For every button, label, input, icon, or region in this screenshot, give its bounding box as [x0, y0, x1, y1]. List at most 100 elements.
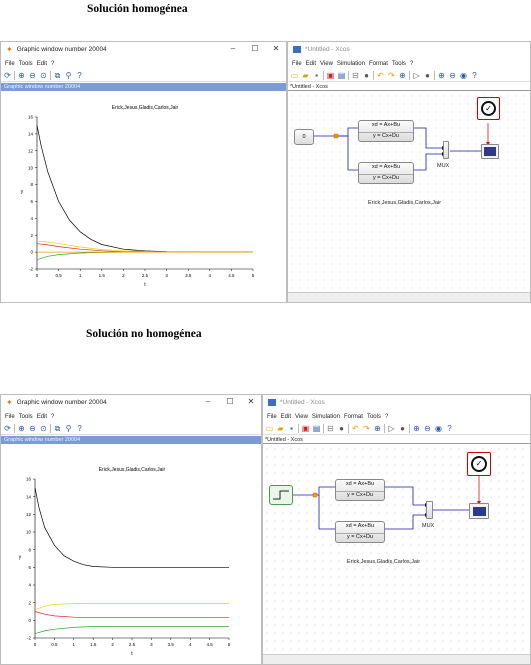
- help-icon[interactable]: ?: [445, 424, 454, 433]
- open-icon[interactable]: ▰: [301, 71, 310, 80]
- edit-icon[interactable]: ⚲: [64, 424, 73, 433]
- menu-file[interactable]: File: [5, 414, 15, 420]
- zoom-out-icon[interactable]: ⊖: [448, 71, 457, 80]
- clock-block[interactable]: ✓: [477, 97, 500, 120]
- menu-simulation[interactable]: Simulation: [312, 414, 340, 420]
- delete-icon[interactable]: ⊟: [326, 424, 335, 433]
- mux-block[interactable]: [426, 501, 433, 519]
- delete-icon[interactable]: ⊟: [351, 71, 360, 80]
- xcos-tab[interactable]: *Untitled - Xcos: [263, 436, 530, 444]
- save-icon[interactable]: ▪: [312, 71, 321, 80]
- menubar: File Tools Edit ?: [1, 59, 286, 69]
- step-block[interactable]: [269, 485, 293, 505]
- scope-block[interactable]: [481, 144, 499, 159]
- open-icon[interactable]: ▰: [276, 424, 285, 433]
- status-bar: [288, 292, 530, 302]
- zoom-out-icon[interactable]: ⊖: [28, 424, 37, 433]
- scope-block[interactable]: [469, 503, 489, 519]
- fit-icon[interactable]: ⊕: [398, 71, 407, 80]
- y-tick-label: 4: [30, 216, 33, 221]
- menu-help[interactable]: ?: [51, 414, 54, 420]
- mux-block[interactable]: [443, 141, 449, 159]
- xcos-canvas[interactable]: xd = Ax+Bu y = Cx+Du xd = Ax+Bu y = Cx+D…: [263, 445, 530, 654]
- zoom-in-icon[interactable]: ⊕: [437, 71, 446, 80]
- menu-edit[interactable]: Edit: [37, 61, 47, 67]
- stop-icon[interactable]: ●: [423, 71, 432, 80]
- datatip-icon[interactable]: ⧉: [53, 424, 62, 433]
- separator: [298, 424, 299, 433]
- menu-file[interactable]: File: [5, 61, 15, 67]
- zoom-out-icon[interactable]: ⊖: [423, 424, 432, 433]
- xcos-title: *Untitled - Xcos: [305, 45, 350, 53]
- menu-edit[interactable]: Edit: [281, 414, 291, 420]
- menu-edit[interactable]: Edit: [306, 61, 316, 67]
- y-tick-label: 16: [28, 115, 34, 120]
- zoom-in-icon[interactable]: ⊕: [17, 424, 26, 433]
- rotate-icon[interactable]: ⟳: [3, 71, 12, 80]
- close-button[interactable]: ✕: [243, 396, 259, 408]
- menu-tools[interactable]: Tools: [367, 414, 381, 420]
- constant-block[interactable]: 0: [294, 129, 314, 145]
- close-button[interactable]: ✕: [268, 43, 284, 55]
- menu-tools[interactable]: Tools: [392, 61, 406, 67]
- zoom-icon[interactable]: ⊙: [39, 71, 48, 80]
- minimize-button[interactable]: –: [225, 43, 241, 55]
- menu-tools[interactable]: Tools: [19, 61, 33, 67]
- clock-block[interactable]: ✓: [467, 452, 491, 476]
- print-icon[interactable]: ▣: [326, 71, 335, 80]
- palette-icon[interactable]: ●: [337, 424, 346, 433]
- print-icon[interactable]: ▣: [301, 424, 310, 433]
- menu-tools[interactable]: Tools: [19, 414, 33, 420]
- rotate-icon[interactable]: ⟳: [3, 424, 12, 433]
- undo-icon[interactable]: ↶: [351, 424, 360, 433]
- menu-view[interactable]: View: [320, 61, 333, 67]
- redo-icon[interactable]: ↷: [362, 424, 371, 433]
- fit-icon[interactable]: ⊕: [373, 424, 382, 433]
- figure-label-bar: Graphic window number 20004: [1, 83, 286, 91]
- menu-help[interactable]: ?: [51, 61, 54, 67]
- zoom-in-icon[interactable]: ⊕: [17, 71, 26, 80]
- compile-icon[interactable]: ◉: [434, 424, 443, 433]
- state-space-block-1[interactable]: xd = Ax+Bu y = Cx+Du: [335, 479, 385, 501]
- zoom-icon[interactable]: ⊙: [39, 424, 48, 433]
- compile-icon[interactable]: ◉: [459, 71, 468, 80]
- datatip-icon[interactable]: ⧉: [53, 71, 62, 80]
- help-icon[interactable]: ?: [470, 71, 479, 80]
- palette-icon[interactable]: ●: [362, 71, 371, 80]
- new-icon[interactable]: ▭: [290, 71, 299, 80]
- undo-icon[interactable]: ↶: [376, 71, 385, 80]
- zoom-out-icon[interactable]: ⊖: [28, 71, 37, 80]
- menu-edit[interactable]: Edit: [37, 414, 47, 420]
- edit-icon[interactable]: ⚲: [64, 71, 73, 80]
- export-icon[interactable]: ▤: [337, 71, 346, 80]
- start-icon[interactable]: ▷: [412, 71, 421, 80]
- xcos-tab[interactable]: *Untitled - Xcos: [288, 83, 530, 91]
- start-icon[interactable]: ▷: [387, 424, 396, 433]
- y-tick-label: 8: [28, 547, 31, 552]
- help-icon[interactable]: ?: [75, 71, 84, 80]
- menu-file[interactable]: File: [292, 61, 302, 67]
- state-space-block-2[interactable]: xd = Ax+Bu y = Cx+Du: [335, 521, 385, 543]
- save-icon[interactable]: ▪: [287, 424, 296, 433]
- export-icon[interactable]: ▤: [312, 424, 321, 433]
- menu-help[interactable]: ?: [410, 61, 413, 67]
- zoom-in-icon[interactable]: ⊕: [412, 424, 421, 433]
- menu-help[interactable]: ?: [385, 414, 388, 420]
- menu-file[interactable]: File: [267, 414, 277, 420]
- minimize-button[interactable]: –: [200, 396, 216, 408]
- menu-view[interactable]: View: [295, 414, 308, 420]
- help-icon[interactable]: ?: [75, 424, 84, 433]
- new-icon[interactable]: ▭: [265, 424, 274, 433]
- graphic-window-bottom: ✦ Graphic window number 20004 – ☐ ✕ File…: [0, 394, 262, 665]
- menu-simulation[interactable]: Simulation: [337, 61, 365, 67]
- redo-icon[interactable]: ↷: [387, 71, 396, 80]
- maximize-button[interactable]: ☐: [247, 43, 263, 55]
- menu-format[interactable]: Format: [369, 61, 388, 67]
- state-space-block-1[interactable]: xd = Ax+Bu y = Cx+Du: [358, 120, 414, 142]
- xcos-canvas[interactable]: 0 xd = Ax+Bu y = Cx+Du xd = Ax+Bu y = Cx…: [288, 92, 530, 292]
- stop-icon[interactable]: ●: [398, 424, 407, 433]
- y-tick-label: 6: [28, 565, 31, 570]
- state-space-block-2[interactable]: xd = Ax+Bu y = Cx+Du: [358, 162, 414, 184]
- menu-format[interactable]: Format: [344, 414, 363, 420]
- maximize-button[interactable]: ☐: [222, 396, 238, 408]
